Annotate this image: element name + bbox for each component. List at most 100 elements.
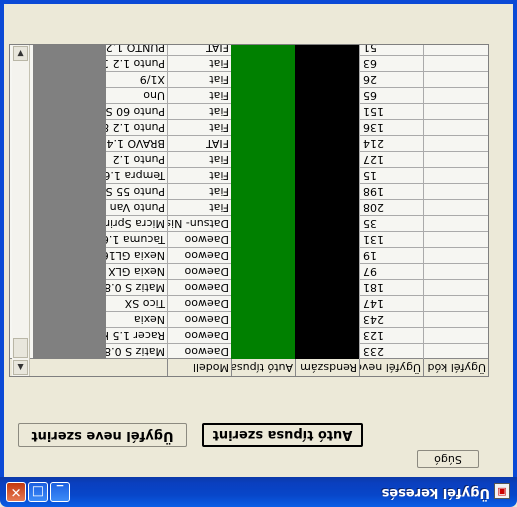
search-by-client-name-button[interactable]: Ügyfél neve szerint bbox=[18, 423, 187, 447]
plate-cell[interactable] bbox=[231, 327, 295, 343]
client-name-cell[interactable] bbox=[295, 279, 359, 295]
client-name-cell[interactable] bbox=[295, 295, 359, 311]
plate-cell[interactable] bbox=[231, 295, 295, 311]
row-selector[interactable] bbox=[423, 119, 488, 135]
model-cell[interactable]: X1/9 bbox=[105, 71, 167, 87]
model-cell[interactable]: Tico SX bbox=[105, 295, 167, 311]
column-header-model[interactable]: Modell bbox=[167, 359, 231, 376]
plate-cell[interactable] bbox=[231, 231, 295, 247]
client-name-cell[interactable] bbox=[295, 199, 359, 215]
client-code-cell[interactable]: 97 bbox=[359, 263, 423, 279]
model-cell[interactable]: Punto 60 SX bbox=[105, 103, 167, 119]
model-cell[interactable]: Tacuma 1.6 bbox=[105, 231, 167, 247]
model-cell[interactable]: Punto 1.2 8/ bbox=[105, 119, 167, 135]
plate-cell[interactable] bbox=[231, 87, 295, 103]
car-type-cell[interactable]: Fiat bbox=[167, 119, 231, 135]
row-selector[interactable] bbox=[423, 183, 488, 199]
row-selector[interactable] bbox=[423, 151, 488, 167]
client-code-cell[interactable]: 243 bbox=[359, 311, 423, 327]
row-selector[interactable] bbox=[423, 215, 488, 231]
row-selector[interactable] bbox=[423, 167, 488, 183]
car-type-cell[interactable]: Daewoo bbox=[167, 247, 231, 263]
title-bar[interactable]: ▣ Ügyfél keresés _ □ ✕ bbox=[0, 477, 517, 507]
plate-cell[interactable] bbox=[231, 71, 295, 87]
close-button[interactable]: ✕ bbox=[6, 482, 26, 502]
model-cell[interactable]: Punto Van 5 bbox=[105, 199, 167, 215]
client-code-cell[interactable]: 181 bbox=[359, 279, 423, 295]
client-name-cell[interactable] bbox=[295, 183, 359, 199]
client-name-cell[interactable] bbox=[295, 71, 359, 87]
client-name-cell[interactable] bbox=[295, 231, 359, 247]
client-name-cell[interactable] bbox=[295, 215, 359, 231]
row-selector[interactable] bbox=[423, 327, 488, 343]
car-type-cell[interactable]: Fiat bbox=[167, 87, 231, 103]
scroll-down-arrow-icon[interactable]: ▼ bbox=[13, 46, 28, 61]
client-code-cell[interactable]: 151 bbox=[359, 103, 423, 119]
plate-cell[interactable] bbox=[231, 167, 295, 183]
plate-cell[interactable] bbox=[231, 247, 295, 263]
car-type-cell[interactable]: Fiat bbox=[167, 183, 231, 199]
client-name-cell[interactable] bbox=[295, 311, 359, 327]
model-cell[interactable]: Nexia GL16I bbox=[105, 247, 167, 263]
model-cell[interactable]: Punto 55 SC bbox=[105, 183, 167, 199]
minimize-button[interactable]: _ bbox=[50, 482, 70, 502]
client-name-cell[interactable] bbox=[295, 167, 359, 183]
row-selector[interactable] bbox=[423, 231, 488, 247]
client-code-cell[interactable]: 147 bbox=[359, 295, 423, 311]
model-cell[interactable]: BRAVO 1.4 bbox=[105, 135, 167, 151]
model-cell[interactable]: Micra Sprint bbox=[105, 215, 167, 231]
model-cell[interactable]: PUNTO 1.2 bbox=[105, 44, 167, 55]
plate-cell[interactable] bbox=[231, 135, 295, 151]
car-type-cell[interactable]: Daewoo bbox=[167, 279, 231, 295]
column-header-client-name[interactable]: Ügyfél neve bbox=[359, 359, 423, 376]
plate-cell[interactable] bbox=[231, 199, 295, 215]
row-selector[interactable] bbox=[423, 135, 488, 151]
client-code-cell[interactable]: 63 bbox=[359, 55, 423, 71]
client-name-cell[interactable] bbox=[295, 151, 359, 167]
maximize-button[interactable]: □ bbox=[28, 482, 48, 502]
client-code-cell[interactable]: 51 bbox=[359, 44, 423, 55]
plate-cell[interactable] bbox=[231, 55, 295, 71]
client-name-cell[interactable] bbox=[295, 103, 359, 119]
car-type-cell[interactable]: Fiat bbox=[167, 199, 231, 215]
plate-cell[interactable] bbox=[231, 215, 295, 231]
plate-cell[interactable] bbox=[231, 151, 295, 167]
car-type-cell[interactable]: Daewoo bbox=[167, 263, 231, 279]
model-cell[interactable]: Racer 1.5 K bbox=[105, 327, 167, 343]
client-code-cell[interactable]: 123 bbox=[359, 327, 423, 343]
scroll-up-arrow-icon[interactable]: ▲ bbox=[13, 360, 28, 375]
car-type-cell[interactable]: FIAT bbox=[167, 44, 231, 55]
scrollbar-thumb[interactable] bbox=[13, 338, 28, 358]
search-by-car-type-button[interactable]: Autó típusa szerint bbox=[202, 423, 363, 447]
car-type-cell[interactable]: Fiat bbox=[167, 167, 231, 183]
column-header-client-code[interactable]: Ügyfél kód bbox=[423, 359, 488, 376]
model-cell[interactable]: Tempra 1.6 bbox=[105, 167, 167, 183]
client-name-cell[interactable] bbox=[295, 44, 359, 55]
client-code-cell[interactable]: 19 bbox=[359, 247, 423, 263]
plate-cell[interactable] bbox=[231, 103, 295, 119]
client-code-cell[interactable]: 127 bbox=[359, 151, 423, 167]
car-type-cell[interactable]: FIAT bbox=[167, 135, 231, 151]
vertical-scrollbar[interactable]: ▲ ▼ bbox=[12, 45, 30, 376]
column-header-plate[interactable]: Rendszám bbox=[295, 359, 359, 376]
model-cell[interactable]: Punto 1.2 bbox=[105, 151, 167, 167]
model-cell[interactable]: Punto 1.2 16 bbox=[105, 55, 167, 71]
row-selector[interactable] bbox=[423, 295, 488, 311]
column-header-car-type[interactable]: Autó típusa bbox=[231, 359, 295, 376]
car-type-cell[interactable]: Daewoo bbox=[167, 231, 231, 247]
model-cell[interactable]: Nexia bbox=[105, 311, 167, 327]
row-selector[interactable] bbox=[423, 247, 488, 263]
model-cell[interactable]: Nexia GLX bbox=[105, 263, 167, 279]
model-cell[interactable]: Uno bbox=[105, 87, 167, 103]
client-name-cell[interactable] bbox=[295, 119, 359, 135]
plate-cell[interactable] bbox=[231, 183, 295, 199]
help-button[interactable]: Súgó bbox=[417, 450, 479, 468]
row-selector[interactable] bbox=[423, 263, 488, 279]
client-name-cell[interactable] bbox=[295, 343, 359, 359]
client-name-cell[interactable] bbox=[295, 55, 359, 71]
client-name-cell[interactable] bbox=[295, 247, 359, 263]
client-name-cell[interactable] bbox=[295, 327, 359, 343]
client-code-cell[interactable]: 214 bbox=[359, 135, 423, 151]
client-code-cell[interactable]: 65 bbox=[359, 87, 423, 103]
client-code-cell[interactable]: 198 bbox=[359, 183, 423, 199]
